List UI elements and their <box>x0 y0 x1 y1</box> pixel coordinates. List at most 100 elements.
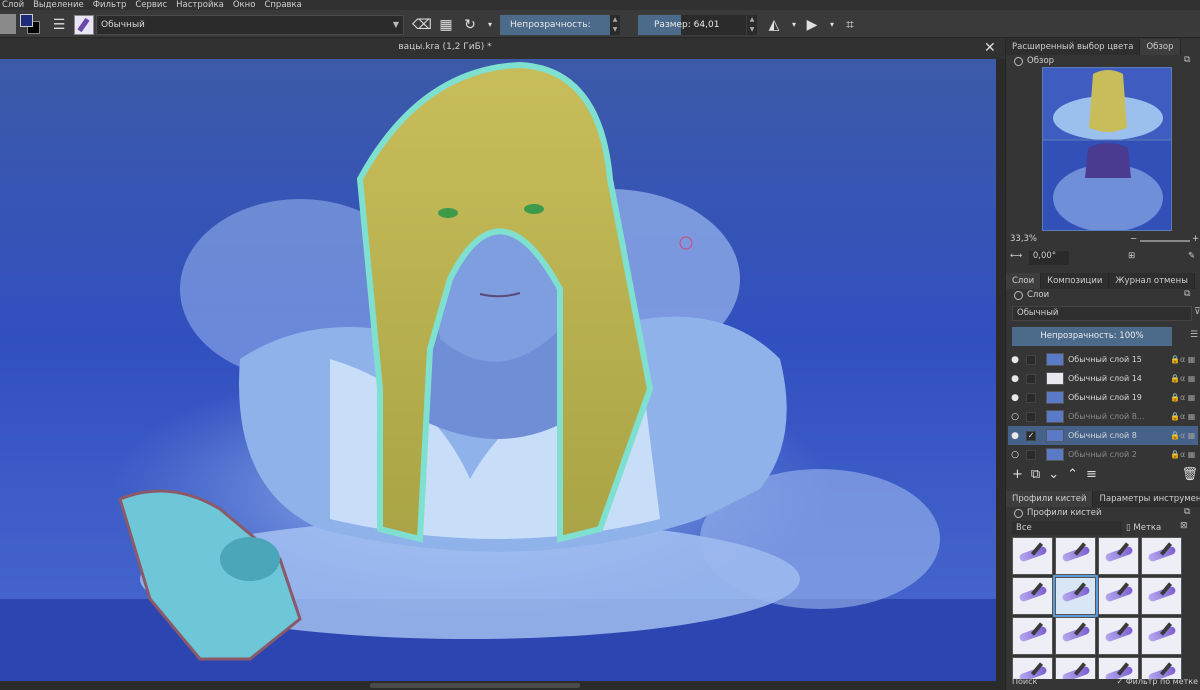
eye-icon[interactable]: ● <box>1008 393 1022 403</box>
float-icon[interactable]: ⧉ <box>1184 289 1190 299</box>
brush-options-icon[interactable]: ⊠ <box>1180 521 1188 531</box>
brush-preset-thumbnail[interactable] <box>1141 537 1182 575</box>
brush-size-spinner[interactable]: ▲ ▼ <box>747 15 757 35</box>
alpha-lock-icon[interactable]: ▦ <box>436 15 456 35</box>
brush-preset-thumbnail[interactable] <box>1141 577 1182 615</box>
brush-preset-thumbnail[interactable] <box>1098 577 1139 615</box>
layer-row[interactable]: ● Обычный слой 15 🔒α ▦ <box>1008 350 1198 369</box>
menu-select[interactable]: Выделение <box>33 0 84 10</box>
layer-properties-icon[interactable]: ≡ <box>1086 467 1097 482</box>
menu-layer[interactable]: Слой <box>2 0 24 10</box>
brush-preset-thumbnail[interactable] <box>1012 577 1053 615</box>
document-title[interactable]: вацы.kra (1,2 ГиБ) * <box>0 42 890 52</box>
tab-layers[interactable]: Слои <box>1006 273 1042 289</box>
canvas-horizontal-scrollbar[interactable] <box>0 681 1005 690</box>
layer-lock-alpha-icons[interactable]: 🔒α ▦ <box>1170 393 1198 402</box>
rotation-field[interactable]: 0,00° <box>1028 251 1069 265</box>
pin-icon[interactable]: ✎ <box>1188 251 1195 261</box>
current-brush-thumbnail[interactable] <box>74 15 94 35</box>
tab-undo-history[interactable]: Журнал отмены <box>1109 273 1195 289</box>
menu-settings[interactable]: Настройка <box>176 0 224 10</box>
layer-lock-alpha-icons[interactable]: 🔒α ▦ <box>1170 450 1198 459</box>
reload-preset-icon[interactable]: ↻ <box>460 15 480 35</box>
layer-select-checkbox[interactable] <box>1026 373 1036 384</box>
tab-compositions[interactable]: Композиции <box>1041 273 1110 289</box>
brush-preset-thumbnail[interactable] <box>1055 617 1096 655</box>
eye-closed-icon[interactable]: ○ <box>1008 450 1022 460</box>
layer-lock-alpha-icons[interactable]: 🔒α ▦ <box>1170 431 1198 440</box>
layer-select-checkbox[interactable] <box>1026 354 1036 365</box>
zoom-out-icon[interactable]: − <box>1130 234 1137 244</box>
duplicate-layer-icon[interactable]: ⧉ <box>1031 467 1040 482</box>
brush-preset-thumbnail[interactable] <box>1141 657 1182 679</box>
layer-row[interactable]: ○ Обычный слой 8... 🔒α ▦ <box>1008 407 1198 426</box>
fg-bg-color-swatch[interactable] <box>20 14 42 36</box>
brush-preset-thumbnail[interactable] <box>1098 617 1139 655</box>
delete-layer-icon[interactable]: 🗑 <box>1181 467 1198 482</box>
filter-by-tag-checkbox[interactable]: ✓ Фильтр по метке <box>1117 677 1198 689</box>
mirror-vertical-icon[interactable]: ▶ <box>802 15 822 35</box>
lock-icon[interactable] <box>1014 508 1023 518</box>
float-icon[interactable]: ⧉ <box>1184 507 1190 517</box>
overview-thumbnail[interactable] <box>1042 67 1172 231</box>
layer-name[interactable]: Обычный слой 8... <box>1068 412 1170 421</box>
canvas-vertical-scrollbar[interactable] <box>996 59 1005 681</box>
crop-icon[interactable]: ⌗ <box>840 15 860 35</box>
menu-filter[interactable]: Фильтр <box>93 0 127 10</box>
move-up-icon[interactable]: ⌃ <box>1067 467 1078 482</box>
zoom-slider[interactable] <box>1140 240 1190 242</box>
layer-lock-alpha-icons[interactable]: 🔒α ▦ <box>1170 374 1198 383</box>
opacity-slider[interactable]: Непрозрачность: 100% <box>500 15 610 50</box>
blend-mode-select[interactable]: Обычный ▼ <box>96 15 404 35</box>
tab-overview[interactable]: Обзор <box>1140 39 1181 55</box>
layer-row[interactable]: ● ✓ Обычный слой 8 🔒α ▦ <box>1008 426 1198 445</box>
brush-preset-thumbnail[interactable] <box>1012 617 1053 655</box>
menu-icon[interactable]: ☰ <box>1190 330 1198 340</box>
menu-tools[interactable]: Сервис <box>135 0 167 10</box>
rotate-icon[interactable]: ⟷ <box>1010 251 1022 261</box>
layer-row[interactable]: ● Обычный слой 19 🔒α ▦ <box>1008 388 1198 407</box>
brush-preset-thumbnail[interactable] <box>1012 657 1053 679</box>
brush-tag-button[interactable]: ▯ Метка <box>1126 521 1174 535</box>
tab-brush-presets[interactable]: Профили кистей <box>1006 491 1094 507</box>
brush-preset-thumbnail[interactable] <box>1055 537 1096 575</box>
layer-select-checkbox[interactable] <box>1026 449 1036 460</box>
foreground-color[interactable] <box>20 14 33 27</box>
opacity-spinner[interactable]: ▲ ▼ <box>610 15 620 35</box>
layer-row[interactable]: ● Обычный слой 14 🔒α ▦ <box>1008 369 1198 388</box>
close-icon[interactable]: ✕ <box>984 40 996 56</box>
eye-icon[interactable]: ● <box>1008 374 1022 384</box>
brush-presets-icon[interactable]: ☰ <box>50 16 68 34</box>
mirror-horizontal-icon[interactable]: ◭ <box>764 15 784 35</box>
brush-preset-thumbnail[interactable] <box>1055 657 1096 679</box>
lock-icon[interactable] <box>1014 56 1023 66</box>
layer-name[interactable]: Обычный слой 2 <box>1068 450 1170 459</box>
layer-blend-mode-select[interactable]: Обычный <box>1012 306 1192 321</box>
layer-select-checkbox[interactable] <box>1026 411 1036 422</box>
layer-opacity-slider[interactable]: Непрозрачность: 100% <box>1012 327 1172 346</box>
tab-tool-options[interactable]: Параметры инструмента <box>1093 491 1200 507</box>
brush-preset-thumbnail[interactable] <box>1141 617 1182 655</box>
scrollbar-thumb[interactable] <box>370 683 580 688</box>
eye-closed-icon[interactable]: ○ <box>1008 412 1022 422</box>
brush-preset-thumbnail[interactable] <box>1012 537 1053 575</box>
chevron-down-icon[interactable]: ▾ <box>822 15 842 35</box>
layer-row[interactable]: ○ Обычный слой 2 🔒α ▦ <box>1008 445 1198 464</box>
eraser-icon[interactable]: ⌫ <box>412 15 432 35</box>
brush-size-slider[interactable]: Размер: 64,01 пикс. <box>638 15 746 35</box>
color-toggle[interactable] <box>0 14 16 34</box>
brush-search-input[interactable]: Поиск <box>1012 677 1037 689</box>
layer-lock-alpha-icons[interactable]: 🔒α ▦ <box>1170 412 1198 421</box>
mirror-view-icon[interactable]: ⊞ <box>1128 251 1135 261</box>
float-icon[interactable]: ⧉ <box>1184 55 1190 65</box>
move-down-icon[interactable]: ⌄ <box>1048 467 1059 482</box>
eye-icon[interactable]: ● <box>1008 355 1022 365</box>
brush-preset-thumbnail[interactable] <box>1098 537 1139 575</box>
filter-icon[interactable]: ⊽ <box>1194 307 1200 317</box>
layer-select-checkbox[interactable] <box>1026 392 1036 403</box>
layer-name[interactable]: Обычный слой 19 <box>1068 393 1170 402</box>
menu-window[interactable]: Окно <box>233 0 256 10</box>
zoom-value[interactable]: 33,3% <box>1010 234 1037 244</box>
layer-lock-alpha-icons[interactable]: 🔒α ▦ <box>1170 355 1198 364</box>
layer-name[interactable]: Обычный слой 8 <box>1068 431 1170 440</box>
